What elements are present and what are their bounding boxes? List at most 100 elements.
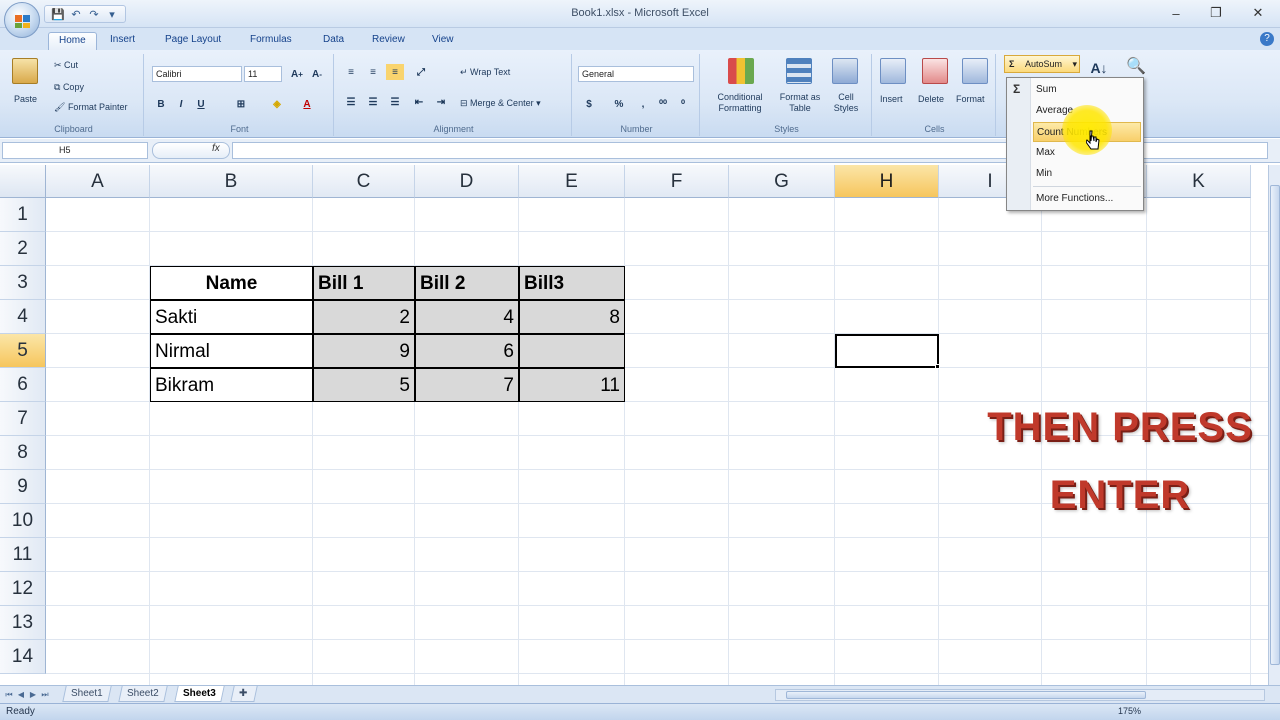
format-as-table-button[interactable]: Format as Table — [776, 92, 824, 114]
column-header-h[interactable]: H — [835, 165, 939, 198]
shrink-font-button[interactable]: A- — [308, 66, 326, 82]
row-header-3[interactable]: 3 — [0, 266, 46, 300]
row-header-5[interactable]: 5 — [0, 334, 46, 368]
cell-styles-button[interactable]: Cell Styles — [826, 92, 866, 114]
table-cell[interactable]: 8 — [519, 300, 625, 334]
borders-icon[interactable]: ⊞ — [232, 96, 250, 112]
row-header-12[interactable]: 12 — [0, 572, 46, 606]
italic-button[interactable]: I — [172, 96, 190, 112]
worksheet-grid[interactable]: ABCDEFGHIJK1234567891011121314NameBill 1… — [0, 165, 1268, 685]
tab-home[interactable]: Home — [48, 32, 97, 50]
menu-item-min[interactable]: Min — [1033, 164, 1141, 184]
column-header-a[interactable]: A — [46, 165, 150, 198]
help-icon[interactable]: ? — [1260, 32, 1274, 46]
column-header-e[interactable]: E — [519, 165, 625, 198]
column-header-k[interactable]: K — [1147, 165, 1251, 198]
zoom-level[interactable]: 175% — [1118, 706, 1141, 716]
select-all-corner[interactable] — [0, 165, 46, 198]
sheet-tab-sheet3[interactable]: Sheet3 — [174, 686, 225, 702]
orientation-icon[interactable]: ⤢ — [412, 64, 430, 80]
decrease-indent-icon[interactable]: ⇤ — [410, 94, 428, 110]
row-header-1[interactable]: 1 — [0, 198, 46, 232]
increase-decimal-icon[interactable]: ⁰⁰ — [654, 96, 672, 112]
table-cell[interactable]: Sakti — [150, 300, 313, 334]
grow-font-button[interactable]: A + — [288, 66, 306, 82]
table-cell[interactable]: 4 — [415, 300, 519, 334]
format-as-table-icon[interactable] — [786, 58, 812, 84]
font-name-box[interactable]: Calibri — [152, 66, 242, 82]
increase-indent-icon[interactable]: ⇥ — [432, 94, 450, 110]
close-button[interactable]: ✕ — [1244, 4, 1272, 22]
column-header-b[interactable]: B — [150, 165, 313, 198]
decrease-decimal-icon[interactable]: ⁰ — [674, 96, 692, 112]
percent-button[interactable]: % — [610, 96, 628, 112]
sheet-tab-sheet1[interactable]: Sheet1 — [62, 686, 112, 702]
insert-cells-icon[interactable] — [880, 58, 906, 84]
sheet-tab-sheet2[interactable]: Sheet2 — [118, 686, 168, 702]
merge-center-button[interactable]: ⊟ Merge & Center ▾ — [460, 98, 541, 109]
next-sheet-icon[interactable]: ▶ — [28, 689, 38, 701]
row-header-4[interactable]: 4 — [0, 300, 46, 334]
tab-data[interactable]: Data — [313, 32, 354, 50]
sort-filter-icon[interactable]: A↓ — [1084, 60, 1114, 76]
insert-function-button[interactable]: fx — [212, 143, 220, 154]
table-cell[interactable] — [519, 334, 625, 368]
comma-button[interactable]: , — [634, 96, 652, 112]
format-cells-icon[interactable] — [962, 58, 988, 84]
table-header-cell[interactable]: Bill 1 — [313, 266, 415, 300]
table-header-cell[interactable]: Bill3 — [519, 266, 625, 300]
menu-item-sum[interactable]: Sum — [1033, 80, 1141, 100]
row-header-14[interactable]: 14 — [0, 640, 46, 674]
wrap-text-button[interactable]: ↵ Wrap Text — [460, 67, 510, 78]
row-header-8[interactable]: 8 — [0, 436, 46, 470]
insert-sheet-icon[interactable]: ✚ — [230, 686, 258, 702]
row-header-7[interactable]: 7 — [0, 402, 46, 436]
format-cells-button[interactable]: Format — [956, 94, 985, 104]
menu-item-more-functions[interactable]: More Functions... — [1033, 189, 1141, 209]
row-header-13[interactable]: 13 — [0, 606, 46, 640]
delete-cells-button[interactable]: Delete — [918, 94, 944, 104]
fill-color-icon[interactable]: ◈ — [268, 96, 286, 112]
align-middle-icon[interactable]: ≡ — [364, 64, 382, 80]
font-size-box[interactable]: 11 — [244, 66, 282, 82]
table-cell[interactable]: Bikram — [150, 368, 313, 402]
tab-page-layout[interactable]: Page Layout — [155, 32, 231, 50]
find-select-icon[interactable]: 🔍 — [1124, 58, 1148, 75]
table-cell[interactable]: 5 — [313, 368, 415, 402]
table-cell[interactable]: 6 — [415, 334, 519, 368]
horizontal-scrollbar[interactable] — [775, 689, 1265, 701]
insert-cells-button[interactable]: Insert — [880, 94, 903, 104]
autosum-button[interactable]: Σ AutoSum ▾ — [1004, 55, 1080, 73]
font-color-icon[interactable]: A — [298, 96, 316, 112]
align-bottom-icon[interactable]: ≡ — [386, 64, 404, 80]
table-cell[interactable]: 7 — [415, 368, 519, 402]
paste-button[interactable]: Paste — [14, 94, 37, 104]
restore-button[interactable]: ❐ — [1202, 4, 1230, 22]
paste-icon[interactable] — [12, 58, 38, 84]
column-header-g[interactable]: G — [729, 165, 835, 198]
row-header-6[interactable]: 6 — [0, 368, 46, 402]
number-format-box[interactable]: General — [578, 66, 694, 82]
row-header-11[interactable]: 11 — [0, 538, 46, 572]
copy-button[interactable]: ⧉ Copy — [54, 82, 84, 93]
align-right-icon[interactable]: ☰ — [386, 94, 404, 110]
tab-review[interactable]: Review — [362, 32, 415, 50]
tab-view[interactable]: View — [422, 32, 464, 50]
column-header-f[interactable]: F — [625, 165, 729, 198]
name-box[interactable]: H5 — [2, 142, 148, 159]
table-cell[interactable]: 2 — [313, 300, 415, 334]
table-header-cell[interactable]: Name — [150, 266, 313, 300]
row-header-10[interactable]: 10 — [0, 504, 46, 538]
horizontal-scroll-thumb[interactable] — [786, 691, 1146, 699]
tab-insert[interactable]: Insert — [100, 32, 145, 50]
align-left-icon[interactable]: ☰ — [342, 94, 360, 110]
format-painter-button[interactable]: 🖌 Format Painter — [54, 102, 127, 113]
fill-handle[interactable] — [935, 364, 940, 369]
table-cell[interactable]: Nirmal — [150, 334, 313, 368]
active-cell[interactable] — [835, 334, 939, 368]
vertical-scroll-thumb[interactable] — [1270, 185, 1280, 665]
row-header-2[interactable]: 2 — [0, 232, 46, 266]
row-header-9[interactable]: 9 — [0, 470, 46, 504]
table-cell[interactable]: 11 — [519, 368, 625, 402]
last-sheet-icon[interactable]: ⏭ — [40, 689, 50, 701]
